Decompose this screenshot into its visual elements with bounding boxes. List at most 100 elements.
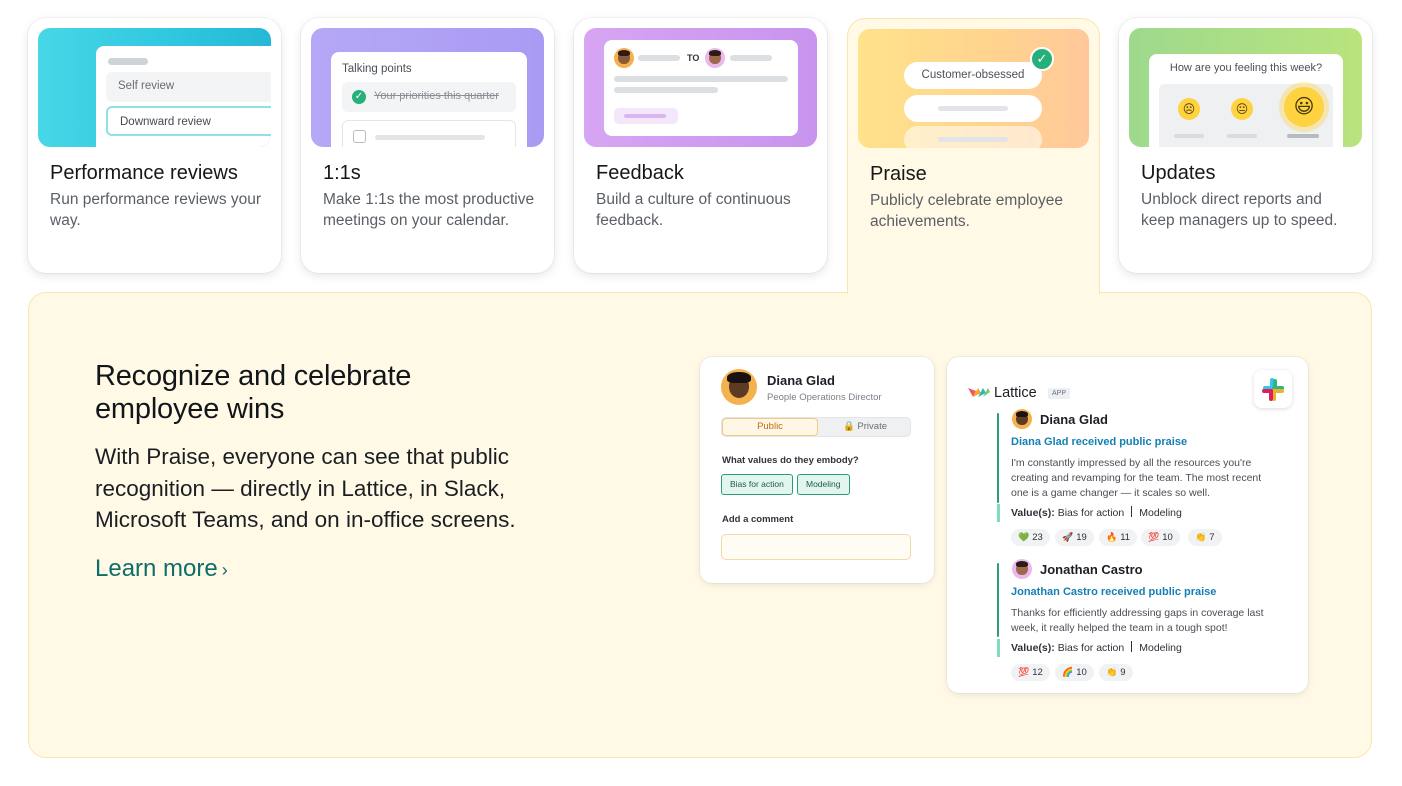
learn-more-label: Learn more — [95, 555, 218, 582]
avatar — [614, 48, 634, 68]
lattice-logo-icon — [968, 388, 990, 397]
card-praise[interactable]: Customer-obsessed ✓ Praise Publicly cele… — [847, 18, 1100, 294]
reaction-pill[interactable]: 💯 10 — [1141, 529, 1180, 546]
card-one-on-ones[interactable]: Talking points ✓ Your priorities this qu… — [301, 18, 554, 273]
message-values: Value(s): Bias for action Modeling — [1011, 506, 1182, 519]
message-text: I'm constantly impressed by all the reso… — [1011, 457, 1262, 499]
message-author: Jonathan Castro — [1040, 562, 1143, 577]
message-accent-bar — [997, 563, 999, 637]
mood-options: ☹ 😐 😃 — [1159, 84, 1333, 147]
app-badge: APP — [1048, 388, 1071, 399]
message-text: Thanks for efficiently addressing gaps i… — [1011, 607, 1264, 634]
placeholder-line — [730, 55, 772, 61]
happy-face-icon: 😃 — [1284, 87, 1324, 127]
placeholder-line — [614, 87, 718, 93]
card-feedback[interactable]: TO Feedback Build a culture of continuou… — [574, 18, 827, 273]
placeholder-bar — [108, 58, 148, 65]
learn-more-link[interactable]: Learn more › — [95, 555, 228, 583]
hundred-points-icon: 💯 — [1148, 532, 1160, 542]
card-title: 1:1s — [323, 162, 361, 184]
one-on-ones-illustration: Talking points ✓ Your priorities this qu… — [311, 28, 544, 147]
card-title: Praise — [870, 163, 927, 185]
tab-public[interactable]: Public — [722, 418, 818, 436]
mood-question: How are you feeling this week? — [1169, 62, 1323, 74]
value-pill: Customer-obsessed — [904, 62, 1042, 89]
reaction-pill[interactable]: 👏 7 — [1188, 529, 1222, 546]
tab-private[interactable]: 🔒 Private — [818, 418, 912, 436]
chip — [614, 108, 678, 124]
placeholder-line — [614, 76, 788, 82]
completed-item-text: Your priorities this quarter — [374, 90, 499, 102]
slack-message-card: Lattice APP Diana Glad Diana Glad receiv… — [947, 357, 1308, 693]
sad-face-icon: ☹ — [1178, 98, 1200, 120]
card-description: Build a culture of continuous feedback. — [596, 191, 791, 229]
praise-detail-panel: Recognize and celebrate employee wins Wi… — [28, 292, 1372, 758]
placeholder-line — [1174, 134, 1204, 138]
avatar — [1012, 559, 1032, 579]
card-title: Performance reviews — [50, 162, 238, 184]
card-description: Publicly celebrate employee achievements… — [870, 192, 1063, 230]
comment-label: Add a comment — [722, 514, 794, 525]
comment-input[interactable] — [721, 534, 911, 560]
section-heading: Recognize and celebrate employee wins — [95, 360, 412, 425]
placeholder-line — [1227, 134, 1257, 138]
recipient-name: Diana Glad — [767, 373, 835, 388]
check-icon: ✓ — [352, 90, 366, 104]
card-description: Make 1:1s the most productive meetings o… — [323, 191, 535, 229]
talking-points-label: Talking points — [342, 63, 412, 75]
tab-connector — [848, 286, 1097, 296]
card-description: Run performance reviews your way. — [50, 191, 262, 229]
value-tag-modeling[interactable]: Modeling — [797, 474, 850, 495]
performance-reviews-illustration: Self review Downward review — [38, 28, 271, 147]
to-label: TO — [687, 53, 700, 63]
placeholder-line — [638, 55, 680, 61]
chevron-right-icon: › — [221, 560, 228, 580]
reaction-pill[interactable]: 🔥 11 — [1099, 529, 1138, 546]
message-headline: Jonathan Castro received public praise — [1011, 586, 1217, 598]
rocket-icon: 🚀 — [1062, 532, 1074, 542]
checkbox-icon — [353, 130, 366, 143]
brand-name: Lattice — [994, 385, 1037, 401]
avatar — [1012, 409, 1032, 429]
completed-item: ✓ Your priorities this quarter — [342, 82, 516, 112]
card-performance-reviews[interactable]: Self review Downward review Performance … — [28, 18, 281, 273]
green-heart-icon: 💚 — [1018, 532, 1030, 542]
visibility-toggle: Public 🔒 Private — [721, 417, 911, 437]
placeholder-line — [375, 135, 485, 140]
clapping-hands-icon: 👏 — [1195, 532, 1207, 542]
clapping-hands-icon: 👏 — [1106, 667, 1118, 677]
recipient-role: People Operations Director — [767, 392, 882, 403]
check-badge-icon: ✓ — [1030, 47, 1054, 71]
avatar — [721, 369, 757, 405]
avatar — [705, 48, 725, 68]
values-accent-bar — [997, 504, 1000, 522]
mood-panel: How are you feeling this week? ☹ 😐 😃 — [1149, 54, 1343, 147]
card-title: Feedback — [596, 162, 684, 184]
pending-item — [342, 120, 516, 147]
card-description: Unblock direct reports and keep managers… — [1141, 191, 1338, 229]
section-body: With Praise, everyone can see that publi… — [95, 444, 516, 532]
praise-illustration: Customer-obsessed ✓ — [858, 29, 1089, 148]
talking-points-panel: Talking points ✓ Your priorities this qu… — [331, 52, 527, 147]
reaction-pill[interactable]: 🌈 10 — [1055, 664, 1094, 681]
reaction-pill[interactable]: 🚀 19 — [1055, 529, 1094, 546]
feedback-panel: TO — [604, 40, 798, 136]
self-review-row: Self review — [106, 72, 271, 102]
card-updates[interactable]: How are you feeling this week? ☹ 😐 😃 Upd… — [1119, 18, 1372, 273]
praise-message: Diana Glad Diana Glad received public pr… — [997, 409, 1287, 559]
value-pill — [904, 126, 1042, 148]
downward-review-row: Downward review — [106, 106, 271, 136]
message-values: Value(s): Bias for action Modeling — [1011, 641, 1182, 654]
card-title: Updates — [1141, 162, 1216, 184]
message-accent-bar — [997, 413, 999, 503]
reaction-pill[interactable]: 👏 9 — [1099, 664, 1133, 681]
reaction-pill[interactable]: 💯 12 — [1011, 664, 1050, 681]
review-panel: Self review Downward review — [96, 46, 271, 147]
reaction-pill[interactable]: 💚 23 — [1011, 529, 1050, 546]
hundred-points-icon: 💯 — [1018, 667, 1030, 677]
placeholder-line — [1287, 134, 1319, 138]
value-tag-bias-for-action[interactable]: Bias for action — [721, 474, 793, 495]
values-question: What values do they embody? — [722, 455, 859, 466]
values-accent-bar — [997, 639, 1000, 657]
value-pill — [904, 95, 1042, 122]
